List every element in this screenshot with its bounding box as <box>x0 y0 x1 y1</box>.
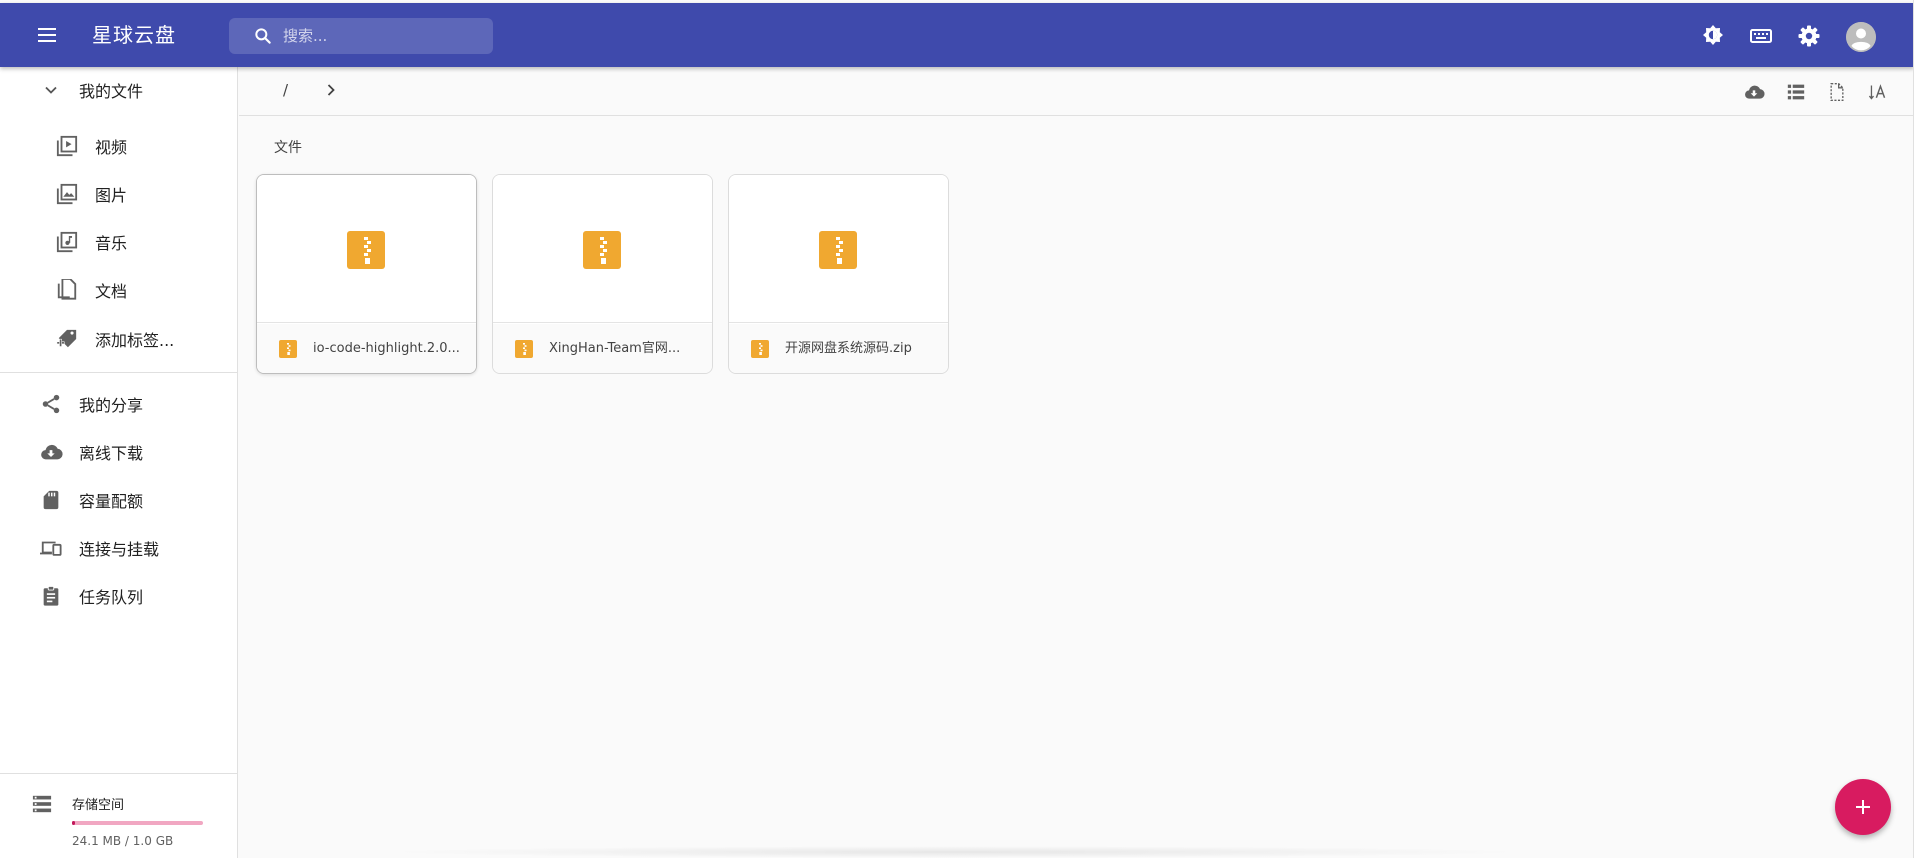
sidebar-item-documents[interactable]: 文档 <box>0 268 238 312</box>
brightness-icon <box>1703 25 1723 45</box>
file-preview <box>257 175 476 323</box>
sort-button[interactable] <box>1866 80 1890 104</box>
view-list-icon <box>1787 84 1805 100</box>
add-button[interactable] <box>1835 779 1891 835</box>
sidebar-item-images[interactable]: 图片 <box>0 172 238 216</box>
sidebar-item-music[interactable]: 音乐 <box>0 220 238 264</box>
breadcrumb-root[interactable]: / <box>283 81 288 99</box>
devices-icon <box>39 536 63 560</box>
sidebar-item-my-files[interactable]: 我的文件 <box>0 68 238 112</box>
photo-library-icon <box>55 182 79 206</box>
sidebar-item-label: 图片 <box>95 186 128 205</box>
sidebar-item-label: 容量配额 <box>79 492 144 511</box>
document-copy-icon <box>55 278 79 302</box>
storage-title: 存储空间 <box>72 798 125 813</box>
sidebar-item-label: 添加标签... <box>95 331 175 350</box>
section-title-files: 文件 <box>274 140 302 156</box>
view-list-button[interactable] <box>1784 80 1808 104</box>
file-select-icon <box>1830 83 1844 101</box>
app-title: 星球云盘 <box>92 23 176 47</box>
file-card[interactable]: io-code-highlight.2.0... <box>256 174 477 374</box>
storage-progress-fill <box>72 821 76 825</box>
chevron-right-icon[interactable] <box>321 80 341 100</box>
sidebar-item-connect-mount[interactable]: 连接与挂载 <box>0 526 238 570</box>
sidebar-divider <box>0 372 238 373</box>
zip-file-icon <box>819 231 857 269</box>
sidebar-item-label: 文档 <box>95 282 128 301</box>
file-preview <box>729 175 948 323</box>
search-icon <box>255 28 271 44</box>
sort-alpha-icon <box>1868 84 1886 100</box>
search-input[interactable] <box>283 27 483 45</box>
sidebar-item-label: 任务队列 <box>79 588 144 607</box>
sidebar-item-label: 连接与挂载 <box>79 540 160 559</box>
sidebar-item-add-tag[interactable]: 添加标签... <box>0 317 238 361</box>
app-window: 星球云盘 搜索... 我的文件 视频 图片 音乐 文档 添加标签... 我的分享… <box>0 0 1914 858</box>
cloud-download-icon <box>39 440 63 464</box>
user-avatar-button[interactable] <box>1846 22 1876 52</box>
zip-file-icon <box>515 340 533 358</box>
zip-file-icon <box>583 231 621 269</box>
file-info: XingHan-Team官网... <box>493 324 712 373</box>
menu-icon <box>38 28 56 42</box>
sidebar-item-label: 音乐 <box>95 234 128 253</box>
menu-button[interactable] <box>30 21 64 49</box>
user-avatar-icon <box>1846 22 1876 52</box>
file-info: 开源网盘系统源码.zip <box>729 324 948 373</box>
file-name: 开源网盘系统源码.zip <box>785 341 912 356</box>
tag-plus-icon <box>55 327 79 351</box>
music-library-icon <box>55 230 79 254</box>
sidebar-item-my-shares[interactable]: 我的分享 <box>0 382 238 426</box>
storage-usage-text: 24.1 MB / 1.0 GB <box>72 834 174 848</box>
zip-file-icon <box>279 340 297 358</box>
gear-icon <box>1798 25 1820 47</box>
file-name: XingHan-Team官网... <box>549 341 681 356</box>
zip-file-icon <box>347 231 385 269</box>
sidebar-item-offline-download[interactable]: 离线下载 <box>0 430 238 474</box>
file-name: io-code-highlight.2.0... <box>313 341 460 356</box>
share-icon <box>39 392 63 416</box>
storage-panel[interactable]: 存储空间 24.1 MB / 1.0 GB <box>0 773 238 858</box>
sidebar: 我的文件 视频 图片 音乐 文档 添加标签... 我的分享 离线下载 容量配额 … <box>0 67 238 858</box>
cloud-download-icon <box>1745 85 1765 99</box>
sidebar-item-label: 离线下载 <box>79 444 144 463</box>
keyboard-icon <box>1750 29 1772 43</box>
top-app-bar: 星球云盘 <box>0 3 1913 67</box>
navigator-bar: / <box>239 67 1913 116</box>
plus-icon <box>1856 800 1870 814</box>
theme-toggle-button[interactable] <box>1700 23 1726 49</box>
file-preview <box>493 175 712 323</box>
sidebar-item-label: 我的分享 <box>79 396 144 415</box>
offline-download-button[interactable] <box>1742 80 1766 104</box>
zip-file-icon <box>751 340 769 358</box>
sidebar-item-label: 视频 <box>95 138 128 157</box>
uploader-button[interactable] <box>1748 23 1774 49</box>
sidebar-item-quota[interactable]: 容量配额 <box>0 478 238 522</box>
settings-button[interactable] <box>1796 23 1822 49</box>
file-info: io-code-highlight.2.0... <box>257 324 476 373</box>
select-file-button[interactable] <box>1825 80 1849 104</box>
clipboard-list-icon <box>39 584 63 608</box>
storage-icon <box>32 795 52 813</box>
search-box[interactable] <box>229 18 493 54</box>
chevron-down-icon[interactable] <box>39 78 63 102</box>
sidebar-item-task-queue[interactable]: 任务队列 <box>0 574 238 618</box>
bottom-shadow <box>380 846 1530 858</box>
sidebar-item-video[interactable]: 视频 <box>0 124 238 168</box>
storage-progress-bar <box>72 821 203 825</box>
video-library-icon <box>55 134 79 158</box>
file-card[interactable]: XingHan-Team官网... <box>492 174 713 374</box>
sidebar-item-label: 我的文件 <box>79 82 144 101</box>
sd-card-icon <box>39 488 63 512</box>
file-card[interactable]: 开源网盘系统源码.zip <box>728 174 949 374</box>
